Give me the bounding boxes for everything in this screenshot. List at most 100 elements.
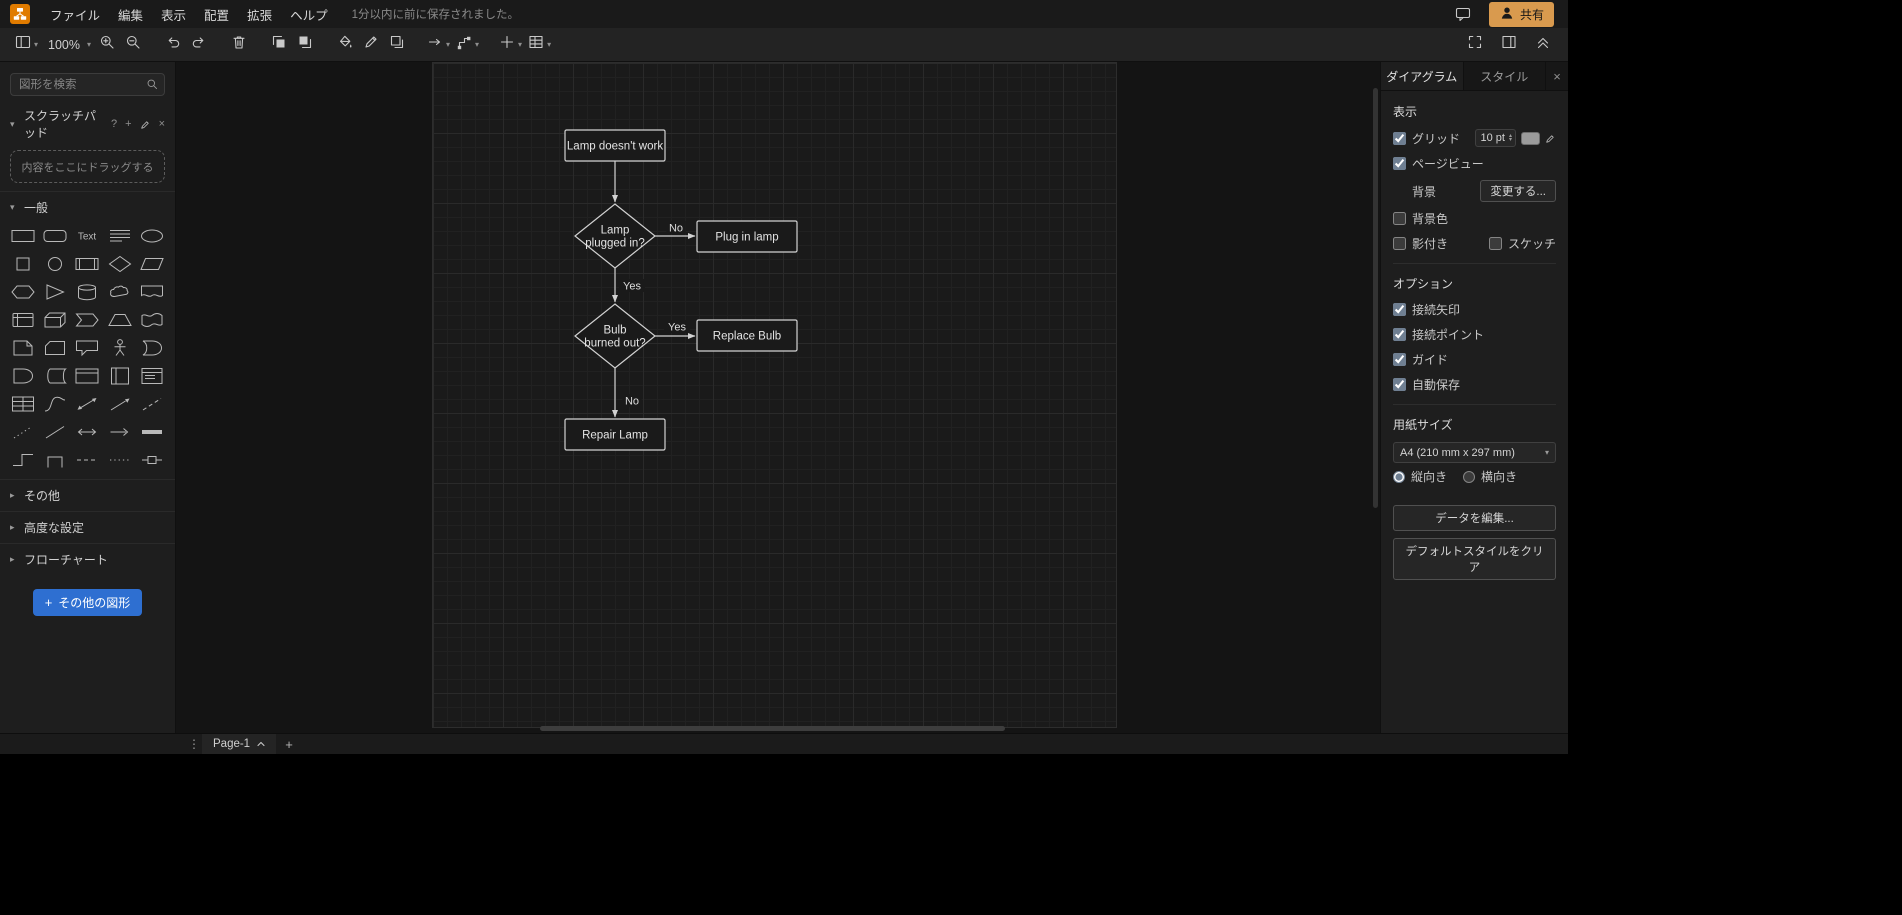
zoom-out-button[interactable]	[120, 32, 146, 58]
format-panel-button[interactable]	[1496, 32, 1522, 58]
waypoints-button[interactable]: ▾	[453, 32, 482, 58]
grid-size-spinner[interactable]: ▴ ▾	[1509, 133, 1512, 143]
grid-size-input[interactable]: 10 pt ▴ ▾	[1474, 129, 1516, 147]
grid-checkbox[interactable]	[1393, 131, 1406, 145]
scratchpad-edit-icon[interactable]	[140, 119, 151, 130]
shape-labeled-edge[interactable]	[137, 449, 166, 471]
menu-extras[interactable]: 拡張	[239, 2, 280, 27]
grid-checkbox-label[interactable]: グリッド	[1393, 130, 1460, 147]
diagram-edge[interactable]: No	[655, 221, 696, 239]
fill-color-button[interactable]	[332, 32, 358, 58]
menu-arrange[interactable]: 配置	[196, 2, 237, 27]
diagram-edge[interactable]: Yes	[655, 320, 696, 339]
shape-arrow[interactable]	[105, 393, 134, 415]
shape-rounded-rectangle[interactable]	[41, 225, 70, 247]
connection-arrows-checkbox-label[interactable]: 接続矢印	[1393, 301, 1460, 318]
shape-curve[interactable]	[41, 393, 70, 415]
shape-line[interactable]	[41, 421, 70, 443]
shape-process[interactable]	[73, 253, 102, 275]
close-format-panel-icon[interactable]: ×	[1546, 62, 1568, 90]
canvas[interactable]: No Yes Yes No Lamp doesn't work Lamp plugged i…	[176, 62, 1380, 733]
connection-points-checkbox-label[interactable]: 接続ポイント	[1393, 326, 1484, 343]
search-icon[interactable]	[146, 78, 159, 91]
change-background-button[interactable]: 変更する...	[1480, 180, 1556, 202]
background-color-checkbox-label[interactable]: 背景色	[1393, 210, 1448, 227]
portrait-radio-label[interactable]: 縦向き	[1393, 468, 1447, 485]
paper-size-select[interactable]: A4 (210 mm x 297 mm) ▾	[1393, 442, 1556, 463]
shape-trapezoid[interactable]	[105, 309, 134, 331]
delete-button[interactable]	[226, 32, 252, 58]
scratchpad-close-icon[interactable]: ×	[159, 118, 165, 130]
zoom-level-dropdown[interactable]: 100% ▾	[41, 32, 94, 58]
shape-callout[interactable]	[73, 337, 102, 359]
shape-vertical-elbow[interactable]	[41, 449, 70, 471]
shadow-checkbox[interactable]	[1393, 237, 1406, 250]
shape-list[interactable]	[137, 365, 166, 387]
to-back-button[interactable]	[292, 32, 318, 58]
shape-dotted-line[interactable]	[9, 421, 38, 443]
shape-cube[interactable]	[41, 309, 70, 331]
add-page-button[interactable]: +	[276, 737, 302, 752]
section-general[interactable]: ▾ 一般	[0, 191, 175, 223]
shape-document[interactable]	[137, 281, 166, 303]
shape-table[interactable]	[9, 393, 38, 415]
clear-default-style-button[interactable]: デフォルトスタイルをクリア	[1393, 538, 1556, 580]
shape-tape[interactable]	[137, 309, 166, 331]
diagram-node-repair-lamp[interactable]: Repair Lamp	[564, 418, 666, 451]
page-view-checkbox[interactable]	[1393, 157, 1406, 170]
diagram-node-replace-bulb[interactable]: Replace Bulb	[696, 319, 798, 352]
connection-button[interactable]: ▾	[424, 32, 453, 58]
pages-menu-icon[interactable]: ⋮	[186, 737, 202, 751]
section-advanced[interactable]: ▸ 高度な設定	[0, 511, 175, 543]
vertical-scrollbar[interactable]	[1373, 88, 1378, 508]
fullscreen-button[interactable]	[1462, 32, 1488, 58]
shape-dotted-edge[interactable]	[105, 449, 134, 471]
shape-bidirectional-connector[interactable]	[73, 421, 102, 443]
connection-points-checkbox[interactable]	[1393, 328, 1406, 341]
shadow-checkbox-label[interactable]: 影付き	[1393, 235, 1489, 252]
shape-container[interactable]	[73, 365, 102, 387]
grid-color-edit-icon[interactable]	[1545, 133, 1556, 144]
to-front-button[interactable]	[266, 32, 292, 58]
portrait-radio[interactable]	[1393, 470, 1405, 483]
shape-circle[interactable]	[41, 253, 70, 275]
shape-horizontal-elbow[interactable]	[9, 449, 38, 471]
tab-style[interactable]: スタイル	[1464, 62, 1546, 90]
line-color-button[interactable]	[358, 32, 384, 58]
tab-diagram[interactable]: ダイアグラム	[1381, 62, 1464, 90]
landscape-radio-label[interactable]: 横向き	[1463, 468, 1517, 485]
horizontal-scrollbar[interactable]	[540, 726, 1005, 731]
shape-rectangle[interactable]	[9, 225, 38, 247]
shape-ellipse[interactable]	[137, 225, 166, 247]
shape-internal-storage[interactable]	[9, 309, 38, 331]
page-tab[interactable]: Page-1	[202, 734, 277, 754]
collapse-button[interactable]	[1530, 32, 1556, 58]
shadow-button[interactable]	[384, 32, 410, 58]
shape-triangle[interactable]	[41, 281, 70, 303]
shape-square[interactable]	[9, 253, 38, 275]
autosave-checkbox-label[interactable]: 自動保存	[1393, 376, 1460, 393]
menu-help[interactable]: ヘルプ	[282, 2, 336, 27]
diagram-node-start[interactable]: Lamp doesn't work	[564, 129, 666, 162]
guides-checkbox-label[interactable]: ガイド	[1393, 351, 1448, 368]
insert-button[interactable]: ▾	[496, 32, 525, 58]
shape-card[interactable]	[41, 337, 70, 359]
shape-vertical-container[interactable]	[105, 365, 134, 387]
scratchpad-add-icon[interactable]: +	[125, 118, 131, 130]
shape-bidirectional-arrow[interactable]	[73, 393, 102, 415]
background-color-checkbox[interactable]	[1393, 212, 1406, 225]
autosave-checkbox[interactable]	[1393, 378, 1406, 391]
scratchpad-dropzone[interactable]: 内容をここにドラッグする	[10, 150, 165, 183]
diagram-node-plugged-in[interactable]: Lamp plugged in?	[574, 203, 656, 269]
page-view-checkbox-label[interactable]: ページビュー	[1393, 155, 1484, 172]
shape-cloud[interactable]	[105, 281, 134, 303]
scratchpad-header[interactable]: ▾ スクラッチパッド ? + ×	[0, 100, 175, 148]
diagram-node-plug-in-lamp[interactable]: Plug in lamp	[696, 220, 798, 253]
shape-search-input[interactable]	[10, 73, 165, 96]
comments-button[interactable]	[1451, 3, 1475, 25]
zoom-in-button[interactable]	[94, 32, 120, 58]
edit-data-button[interactable]: データを編集...	[1393, 505, 1556, 531]
shape-dashed-line[interactable]	[137, 393, 166, 415]
undo-button[interactable]	[160, 32, 186, 58]
shape-parallelogram[interactable]	[137, 253, 166, 275]
